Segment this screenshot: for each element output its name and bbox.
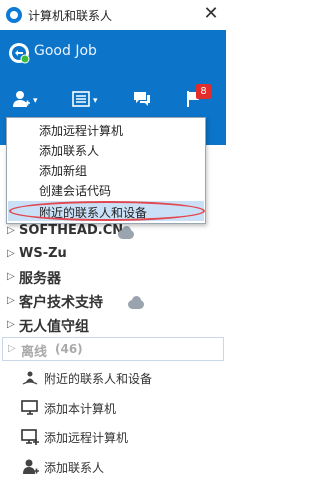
status-text[interactable]: Good Job (34, 43, 97, 59)
group-row[interactable]: ▷ 服务器 (0, 266, 226, 288)
chevron-down-icon: ▾ (33, 96, 38, 106)
chat-button[interactable] (133, 90, 151, 112)
menu-item-add-group[interactable]: 添加新组 (8, 159, 204, 179)
teamviewer-logo-icon (6, 7, 22, 23)
menu-item-label: 添加联系人 (39, 144, 100, 158)
add-remote-computer-action[interactable]: 添加远程计算机 (0, 424, 226, 450)
list-icon (72, 91, 90, 107)
menu-item-label: 创建会话代码 (39, 184, 112, 198)
expand-arrow-icon[interactable]: ▷ (7, 319, 15, 330)
person-add-icon (13, 91, 30, 107)
offline-group-count: (46) (55, 342, 83, 356)
group-row[interactable]: ▷ 客户技术支持 (0, 290, 226, 312)
monitor-icon (21, 400, 38, 415)
expand-arrow-icon[interactable]: ▷ (7, 225, 15, 236)
action-label: 附近的联系人和设备 (44, 372, 153, 386)
offline-group-row[interactable]: ▷ 离线 (46) (2, 337, 224, 361)
monitor-add-icon (21, 429, 39, 445)
notification-badge: 8 (196, 84, 211, 99)
cloud-icon (118, 226, 134, 239)
group-name: 无人值守组 (19, 319, 89, 335)
group-row[interactable]: ▷ WS-Zu (0, 244, 226, 264)
action-label: 添加本计算机 (44, 402, 117, 416)
nearby-contacts-action[interactable]: 附近的联系人和设备 (0, 365, 226, 391)
annotation-oval (9, 201, 205, 221)
group-row[interactable]: ▷ SOFTHEAD.CN (0, 221, 226, 241)
expand-arrow-icon[interactable]: ▷ (8, 343, 16, 354)
expand-arrow-icon[interactable]: ▷ (7, 248, 15, 259)
chevron-down-icon: ▾ (93, 96, 98, 106)
menu-item-create-session-code[interactable]: 创建会话代码 (8, 179, 204, 199)
menu-dropdown[interactable]: ▾ (72, 90, 98, 112)
menu-item-label: 添加新组 (39, 164, 88, 178)
person-add-icon (23, 459, 39, 474)
toolbar: ▾ ▾ 8 (0, 82, 226, 122)
menu-item-add-contact[interactable]: 添加联系人 (8, 139, 204, 159)
cloud-icon (128, 296, 144, 309)
group-row[interactable]: ▷ 无人值守组 (0, 314, 226, 336)
add-contact-action[interactable]: 添加联系人 (0, 454, 226, 480)
add-contact-dropdown[interactable]: ▾ (12, 90, 38, 112)
menu-item-label: 添加远程计算机 (39, 124, 124, 138)
status-icon[interactable] (8, 42, 30, 64)
window-title: 计算机和联系人 (28, 9, 113, 23)
menu-item-add-remote-computer[interactable]: 添加远程计算机 (8, 119, 204, 139)
nearby-icon (22, 371, 38, 385)
title-bar: 计算机和联系人 ✕ (0, 0, 226, 31)
close-button[interactable]: ✕ (202, 3, 220, 25)
offline-group-name: 离线 (21, 345, 48, 360)
expand-arrow-icon[interactable]: ▷ (7, 271, 15, 282)
group-name: WS-Zu (19, 246, 67, 261)
chat-icon (134, 92, 150, 106)
action-label: 添加联系人 (44, 461, 105, 475)
group-name: 客户技术支持 (19, 295, 103, 311)
expand-arrow-icon[interactable]: ▷ (7, 295, 15, 306)
action-label: 添加远程计算机 (44, 431, 129, 445)
add-this-computer-action[interactable]: 添加本计算机 (0, 395, 226, 421)
group-name: 服务器 (19, 271, 61, 287)
group-name: SOFTHEAD.CN (19, 223, 124, 238)
